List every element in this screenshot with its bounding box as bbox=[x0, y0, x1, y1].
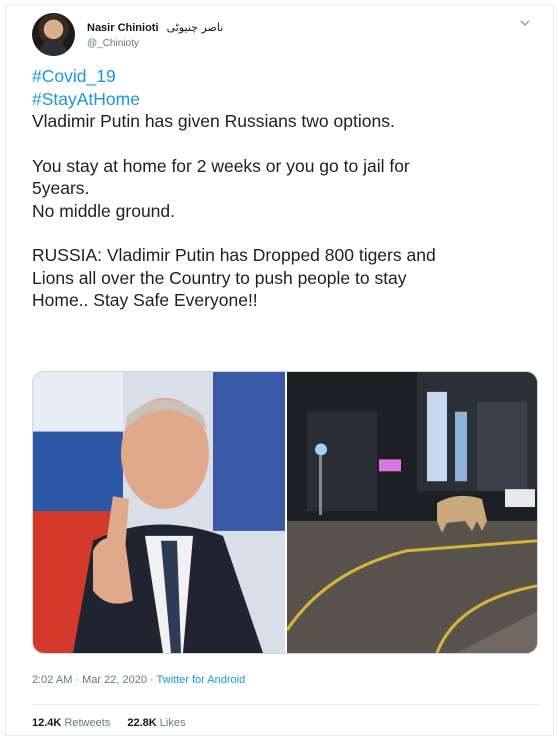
tweet-meta: 2:02 AM · Mar 22, 2020 · Twitter for And… bbox=[32, 674, 245, 686]
tweet-line: You stay at home for 2 weeks or you go t… bbox=[32, 155, 410, 176]
tweet-line: Lions all over the Country to push peopl… bbox=[32, 267, 407, 288]
photo-man-in-suit[interactable] bbox=[33, 372, 285, 653]
retweets-label: Retweets bbox=[64, 717, 111, 729]
chevron-down-icon-svg bbox=[520, 20, 530, 26]
tweet-media[interactable] bbox=[32, 371, 538, 654]
author-names[interactable]: Nasir Chinioti ناصر چنیوٹی @_Chinioty bbox=[87, 16, 223, 49]
urdu-name: ناصر چنیوٹی bbox=[166, 21, 224, 34]
tweet-line: 5years. bbox=[32, 178, 90, 198]
tweet-line: RUSSIA: Vladimir Putin has Dropped 800 t… bbox=[32, 245, 436, 265]
timestamp[interactable]: 2:02 AM · Mar 22, 2020 · bbox=[32, 674, 157, 686]
hashtag-stayathome[interactable]: #StayAtHome bbox=[32, 88, 532, 111]
retweets-stat[interactable]: 12.4K Retweets bbox=[32, 717, 110, 729]
tweet-line: Home.. Stay Safe Everyone!! bbox=[32, 290, 258, 310]
hashtag-covid19[interactable]: #Covid_19 bbox=[32, 65, 532, 88]
avatar[interactable] bbox=[32, 13, 75, 56]
divider bbox=[32, 704, 541, 705]
display-name[interactable]: Nasir Chinioti bbox=[87, 22, 159, 34]
tweet-header: Nasir Chinioti ناصر چنیوٹی @_Chinioty bbox=[32, 13, 541, 57]
user-handle[interactable]: @_Chinioty bbox=[87, 38, 223, 49]
retweets-count: 12.4K bbox=[32, 717, 62, 729]
tweet-card: Nasir Chinioti ناصر چنیوٹی @_Chinioty #C… bbox=[5, 4, 554, 736]
tweet-line: No middle ground. bbox=[32, 200, 175, 221]
tweet-stats: 12.4K Retweets 22.8K Likes bbox=[32, 717, 199, 729]
tweet-text: #Covid_19 #StayAtHome Vladimir Putin has… bbox=[32, 65, 532, 312]
source-link[interactable]: Twitter for Android bbox=[157, 674, 246, 686]
tweet-line: Vladimir Putin has given Russians two op… bbox=[32, 111, 395, 131]
likes-stat[interactable]: 22.8K Likes bbox=[127, 717, 185, 729]
photo-lion-on-street[interactable] bbox=[287, 372, 538, 653]
chevron-down-icon[interactable] bbox=[519, 17, 531, 29]
likes-count: 22.8K bbox=[127, 717, 157, 729]
avatar-figure bbox=[40, 41, 67, 56]
likes-label: Likes bbox=[159, 717, 186, 729]
